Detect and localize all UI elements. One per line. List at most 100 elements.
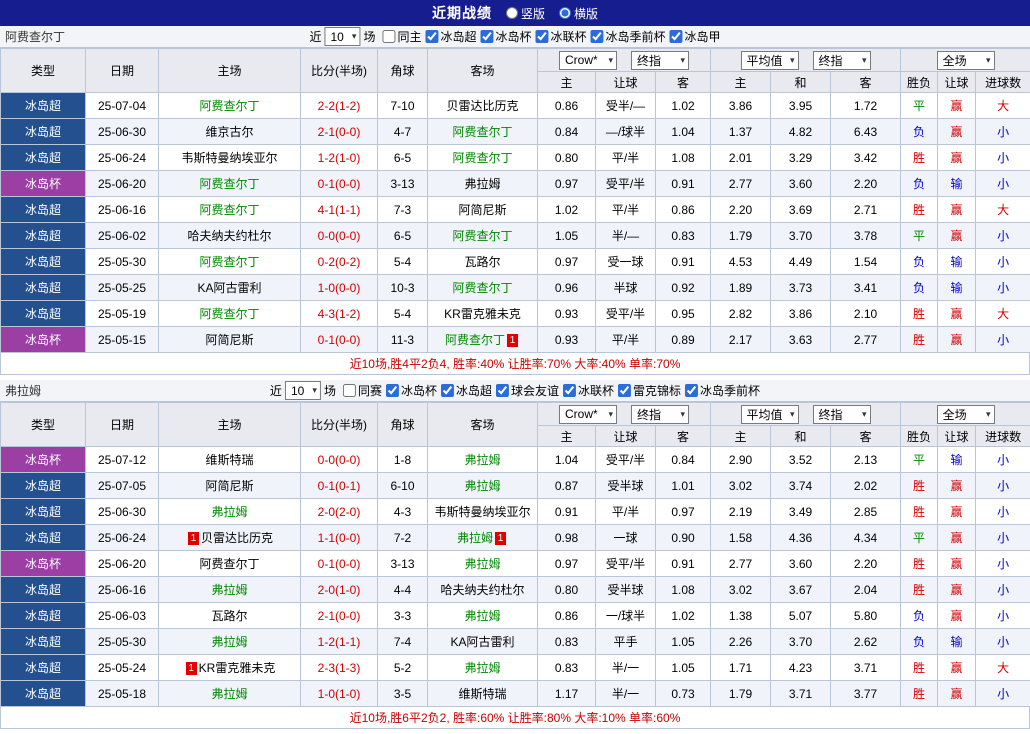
average-select[interactable]: 平均值 ▾ — [741, 405, 799, 424]
league-checkbox[interactable] — [425, 30, 438, 43]
away-team-name[interactable]: KA阿古雷利 — [450, 635, 514, 649]
home-team-name[interactable]: 维斯特瑞 — [205, 453, 253, 467]
filter-checkbox[interactable]: 雷克锦标 — [614, 382, 681, 399]
league-checkbox[interactable] — [563, 384, 576, 397]
filter-checkbox-label: 雷克锦标 — [633, 382, 681, 399]
league-checkbox[interactable] — [591, 30, 604, 43]
league-checkbox[interactable] — [386, 384, 399, 397]
filter-checkbox[interactable]: 冰岛季前杯 — [587, 28, 666, 45]
average-final-select[interactable]: 终指 ▾ — [813, 405, 871, 424]
league-checkbox[interactable] — [343, 384, 356, 397]
average-final-select[interactable]: 终指 ▾ — [813, 51, 871, 70]
home-team-name[interactable]: KR雷克雅未克 — [199, 661, 276, 675]
away-team-name[interactable]: 维斯特瑞 — [458, 687, 506, 701]
home-team-name[interactable]: 阿费查尔丁 — [199, 255, 259, 269]
away-team-name[interactable]: 弗拉姆 — [464, 609, 500, 623]
home-team-name[interactable]: 阿费查尔丁 — [199, 557, 259, 571]
home-team-name[interactable]: 韦斯特曼纳埃亚尔 — [181, 151, 277, 165]
league-checkbox[interactable] — [382, 30, 395, 43]
away-team-name[interactable]: 哈夫纳夫约杜尔 — [440, 583, 524, 597]
home-team-name[interactable]: 哈夫纳夫约杜尔 — [187, 229, 271, 243]
league-cell: 冰岛超 — [1, 577, 86, 603]
league-checkbox[interactable] — [670, 30, 683, 43]
final-odds-select[interactable]: 终指 ▾ — [631, 51, 689, 70]
home-team-name[interactable]: 弗拉姆 — [211, 505, 247, 519]
league-checkbox[interactable] — [441, 384, 454, 397]
score-cell: 0-2(0-2) — [301, 249, 378, 275]
home-team-name[interactable]: 弗拉姆 — [211, 583, 247, 597]
final-odds-select[interactable]: 终指 ▾ — [631, 405, 689, 424]
layout-horizontal-option[interactable]: 横版 — [559, 5, 598, 22]
home-team-name[interactable]: 瓦路尔 — [211, 609, 247, 623]
layout-vertical-option[interactable]: 竖版 — [506, 5, 545, 22]
away-team-name[interactable]: 弗拉姆 — [464, 479, 500, 493]
away-team-name[interactable]: 弗拉姆 — [464, 453, 500, 467]
average-select[interactable]: 平均值 ▾ — [741, 51, 799, 70]
home-team-name[interactable]: 阿费查尔丁 — [199, 203, 259, 217]
home-team-name[interactable]: 阿简尼斯 — [205, 333, 253, 347]
odds-company-select[interactable]: Crow* ▾ — [559, 51, 617, 70]
col-avg-draw: 和 — [771, 426, 831, 447]
score-cell: 4-3(1-2) — [301, 301, 378, 327]
filter-checkbox[interactable]: 冰岛杯 — [382, 382, 437, 399]
scope-select[interactable]: 全场 ▾ — [937, 51, 995, 70]
avg-home-cell: 1.58 — [711, 525, 771, 551]
filter-checkbox[interactable]: 冰岛季前杯 — [681, 382, 760, 399]
home-team-name[interactable]: 贝雷达比历克 — [201, 531, 273, 545]
home-team-name[interactable]: 弗拉姆 — [211, 687, 247, 701]
home-team-name[interactable]: 阿费查尔丁 — [199, 177, 259, 191]
league-checkbox[interactable] — [618, 384, 631, 397]
away-team-name[interactable]: 贝雷达比历克 — [446, 99, 518, 113]
games-count-select[interactable]: 10 ▾ — [285, 381, 321, 400]
filter-checkbox[interactable]: 同主 — [378, 28, 421, 45]
away-team-name[interactable]: 阿费查尔丁 — [445, 333, 505, 347]
away-team-name[interactable]: 阿费查尔丁 — [452, 151, 512, 165]
home-team-name[interactable]: 弗拉姆 — [211, 635, 247, 649]
filter-checkbox[interactable]: 同赛 — [339, 382, 382, 399]
league-checkbox[interactable] — [536, 30, 549, 43]
red-card-badge: 1 — [186, 662, 197, 675]
horizontal-radio[interactable] — [559, 7, 571, 19]
filter-checkbox[interactable]: 冰岛超 — [437, 382, 492, 399]
away-team-name[interactable]: 阿简尼斯 — [458, 203, 506, 217]
league-checkbox[interactable] — [496, 384, 509, 397]
away-team-name[interactable]: 瓦路尔 — [464, 255, 500, 269]
away-team-name[interactable]: 阿费查尔丁 — [452, 281, 512, 295]
col-goals: 进球数 — [976, 72, 1030, 93]
results-table: 类型 日期 主场 比分(半场) 角球 客场 Crow* ▾ 终指 — [0, 402, 1030, 707]
filter-checkbox[interactable]: 冰岛甲 — [666, 28, 721, 45]
goals-cell: 小 — [976, 551, 1030, 577]
away-team-name[interactable]: KR雷克雅未克 — [444, 307, 521, 321]
away-team-name[interactable]: 弗拉姆 — [457, 531, 493, 545]
home-team-name[interactable]: 阿简尼斯 — [205, 479, 253, 493]
games-count-select[interactable]: 10 ▾ — [324, 27, 360, 46]
home-team-name[interactable]: 阿费查尔丁 — [199, 99, 259, 113]
filter-checkbox[interactable]: 冰岛杯 — [477, 28, 532, 45]
result-cell: 负 — [901, 603, 938, 629]
home-team-name[interactable]: KA阿古雷利 — [197, 281, 261, 295]
away-team-name[interactable]: 韦斯特曼纳埃亚尔 — [434, 505, 530, 519]
handicap-cell: 平手 — [596, 629, 656, 655]
handicap-result-cell: 赢 — [938, 119, 976, 145]
result-cell: 平 — [901, 93, 938, 119]
away-team-name[interactable]: 阿费查尔丁 — [452, 229, 512, 243]
away-team-name[interactable]: 弗拉姆 — [464, 557, 500, 571]
filter-checkbox[interactable]: 冰联杯 — [532, 28, 587, 45]
filter-checkbox[interactable]: 冰联杯 — [559, 382, 614, 399]
away-team-name[interactable]: 阿费查尔丁 — [452, 125, 512, 139]
filter-checkbox[interactable]: 冰岛超 — [421, 28, 476, 45]
home-team-name[interactable]: 维京古尔 — [205, 125, 253, 139]
near-label: 近 — [270, 382, 282, 399]
away-team-name[interactable]: 弗拉姆 — [464, 177, 500, 191]
league-checkbox[interactable] — [481, 30, 494, 43]
vertical-radio[interactable] — [506, 7, 518, 19]
scope-select[interactable]: 全场 ▾ — [937, 405, 995, 424]
avg-home-cell: 1.37 — [711, 119, 771, 145]
odds-company-select[interactable]: Crow* ▾ — [559, 405, 617, 424]
league-checkbox[interactable] — [685, 384, 698, 397]
avg-away-cell: 2.77 — [831, 327, 901, 353]
home-team-name[interactable]: 阿费查尔丁 — [199, 307, 259, 321]
away-team-name[interactable]: 弗拉姆 — [464, 661, 500, 675]
filter-checkbox[interactable]: 球会友谊 — [492, 382, 559, 399]
avg-draw-cell: 3.95 — [771, 93, 831, 119]
